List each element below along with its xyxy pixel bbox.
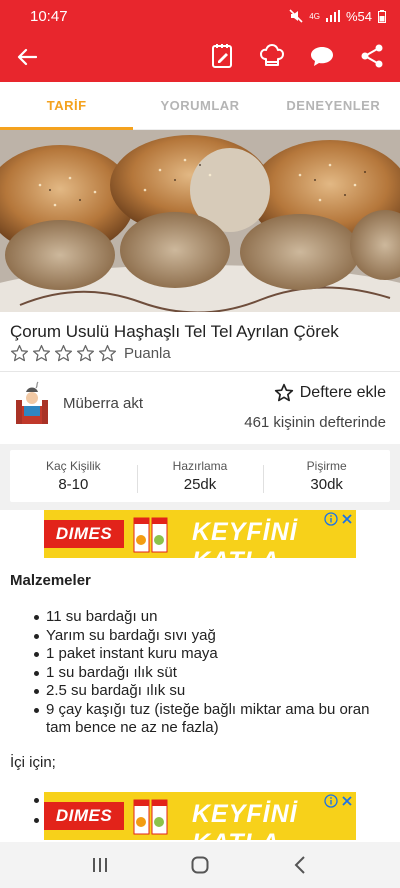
ad-info-icon[interactable]	[324, 512, 338, 526]
home-icon	[191, 856, 209, 874]
signal-icon	[325, 10, 340, 22]
tab-recipe[interactable]: TARİF	[0, 82, 134, 130]
recents-icon	[93, 858, 107, 872]
ingredient-item: 1 su bardağı ılık süt	[34, 664, 388, 683]
battery-percent: %54	[345, 8, 372, 24]
recipe-photo[interactable]	[0, 130, 400, 312]
ingredient-item: 2.5 su bardağı ılık su	[34, 682, 388, 701]
recipe-title: Çorum Usulü Haşhaşlı Tel Tel Ayrılan Çör…	[10, 322, 339, 341]
info-prep: Hazırlama 25dk	[136, 459, 264, 493]
chevron-left-icon	[294, 856, 305, 874]
comment-icon	[311, 47, 333, 66]
notes-icon	[212, 44, 232, 68]
home-button[interactable]	[185, 850, 215, 880]
star-outline-icon	[274, 383, 293, 402]
list-bullet	[34, 818, 39, 823]
info-card: Kaç Kişilik 8-10 Hazırlama 25dk Pişirme …	[10, 450, 390, 502]
close-icon[interactable]	[340, 794, 354, 808]
ad-banner[interactable]: DIMES KEYFİNİ KATLA	[44, 792, 356, 840]
info-cook: Pişirme 30dk	[263, 459, 390, 493]
info-value: 8-10	[58, 476, 89, 493]
star-icon[interactable]	[54, 344, 73, 363]
ad-brand-logo: DIMES	[44, 520, 124, 548]
network-label: 4G	[309, 11, 320, 21]
info-label: Pişirme	[306, 459, 347, 473]
app-bar	[0, 32, 400, 82]
info-label: Hazırlama	[172, 459, 228, 473]
add-to-notebook-button[interactable]: Deftere ekle	[274, 383, 386, 403]
author-name[interactable]: Müberra akt	[63, 395, 143, 412]
star-icon[interactable]	[10, 344, 29, 363]
back-button[interactable]	[14, 44, 40, 70]
filling-heading: İçi için;	[10, 754, 56, 771]
info-value: 25dk	[183, 476, 217, 493]
status-icons: 4G %54	[289, 9, 386, 24]
ingredient-item: 9 çay kaşığı tuz (isteğe bağlı miktar am…	[34, 701, 388, 738]
ad-banner[interactable]: DIMES KEYFİNİ KATLA	[44, 510, 356, 558]
avatar[interactable]	[12, 378, 52, 426]
back-nav-button[interactable]	[285, 850, 315, 880]
system-nav-bar	[0, 842, 400, 888]
divider	[0, 371, 400, 372]
tab-comments[interactable]: YORUMLAR	[133, 82, 266, 129]
ingredient-item: Yarım su bardağı sıvı yağ	[34, 627, 388, 646]
arrow-left-icon	[17, 48, 37, 66]
close-icon[interactable]	[340, 512, 354, 526]
ad-info-icon[interactable]	[324, 794, 338, 808]
share-button[interactable]	[358, 42, 386, 70]
toolbar-actions	[208, 42, 386, 70]
chef-hat-icon	[260, 44, 284, 66]
recents-button[interactable]	[85, 850, 115, 880]
ingredient-item: 11 su bardağı un	[34, 608, 388, 627]
juice-pack-image	[132, 796, 170, 836]
list-bullet	[34, 798, 39, 803]
star-icon[interactable]	[76, 344, 95, 363]
rate-label[interactable]: Puanla	[124, 345, 171, 362]
recipe-tabs: TARİF YORUMLAR DENEYENLER	[0, 82, 400, 130]
status-time: 10:47	[30, 7, 68, 25]
status-bar: 10:47 4G %54	[0, 0, 400, 32]
tab-tried[interactable]: DENEYENLER	[267, 82, 400, 129]
mute-icon	[289, 9, 303, 23]
info-value: 30dk	[310, 476, 343, 493]
ingredient-item: 1 paket instant kuru maya	[34, 645, 388, 664]
chef-button[interactable]	[258, 42, 286, 70]
info-servings: Kaç Kişilik 8-10	[10, 459, 137, 493]
rating-row[interactable]: Puanla	[10, 344, 171, 363]
comment-button[interactable]	[308, 42, 336, 70]
add-to-notebook-label: Deftere ekle	[299, 384, 386, 401]
share-icon	[361, 44, 383, 68]
notes-button[interactable]	[208, 42, 236, 70]
recipe-info: Kaç Kişilik 8-10 Hazırlama 25dk Pişirme …	[0, 444, 400, 510]
notebook-count: 461 kişinin defterinde	[244, 414, 386, 431]
star-icon[interactable]	[32, 344, 51, 363]
juice-pack-image	[132, 514, 170, 554]
ingredients-heading: Malzemeler	[10, 572, 91, 589]
pastry-illustration	[0, 130, 400, 312]
ingredients-list: 11 su bardağı un Yarım su bardağı sıvı y…	[34, 608, 388, 738]
star-icon[interactable]	[98, 344, 117, 363]
ad-brand-logo: DIMES	[44, 802, 124, 830]
battery-icon	[378, 9, 386, 23]
info-label: Kaç Kişilik	[45, 459, 101, 473]
